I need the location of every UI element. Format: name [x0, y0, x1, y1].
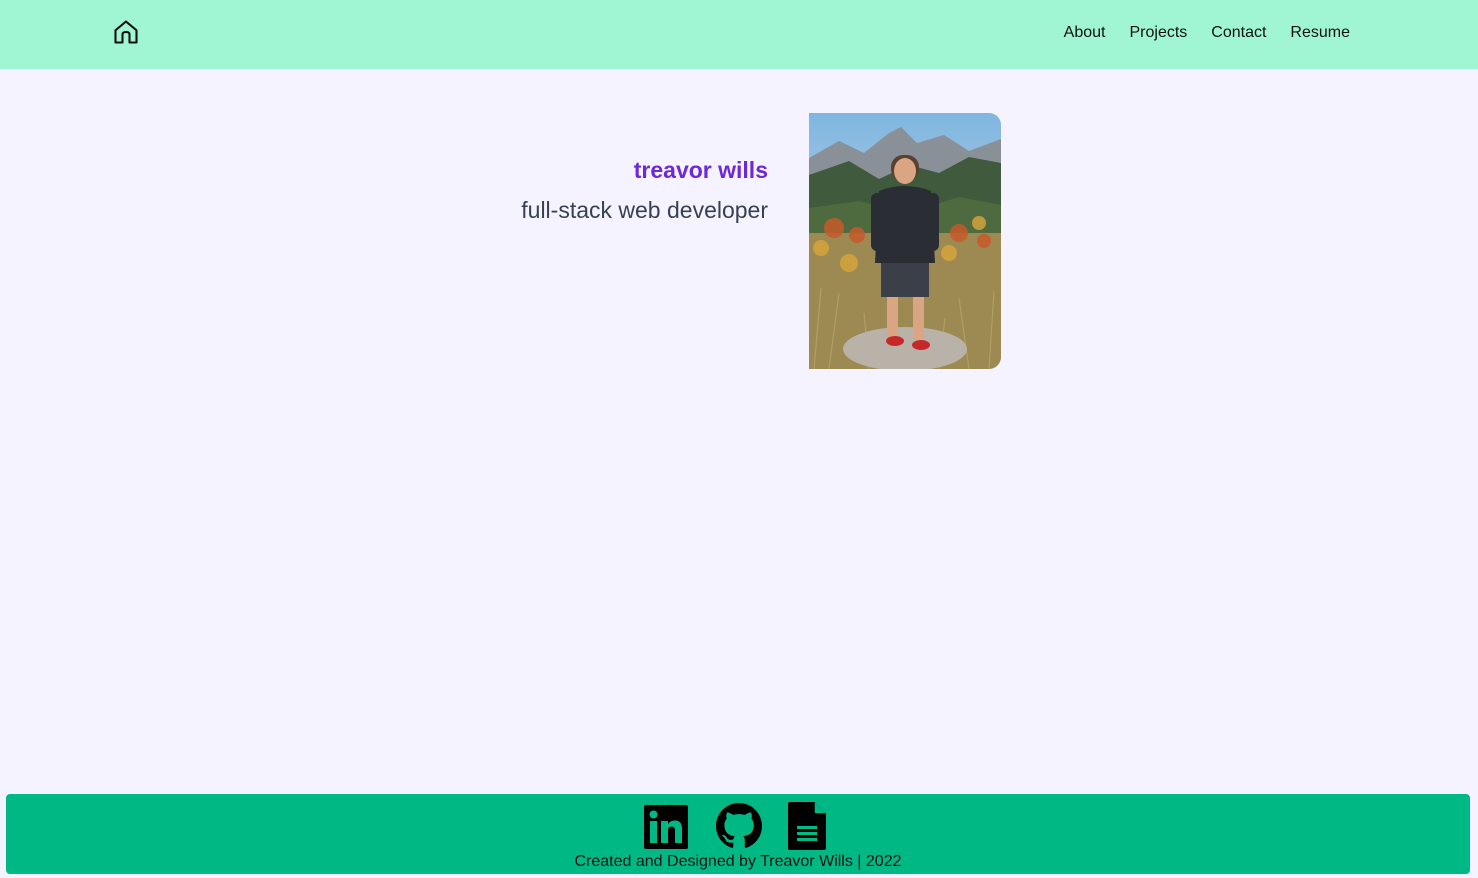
site-header: About Projects Contact Resume: [0, 0, 1478, 69]
linkedin-link[interactable]: [644, 802, 688, 850]
main-nav: About Projects Contact Resume: [1064, 24, 1350, 42]
linkedin-icon: [644, 805, 688, 849]
footer-credit: Created and Designed by Treavor Wills | …: [574, 853, 902, 870]
site-footer: Created and Designed by Treavor Wills | …: [6, 794, 1470, 874]
hero-name: treavor wills: [633, 157, 768, 183]
profile-photo: [809, 113, 1001, 369]
resume-link[interactable]: [788, 802, 832, 850]
nav-about[interactable]: About: [1064, 24, 1106, 42]
home-icon: [114, 20, 138, 44]
github-icon: [716, 803, 762, 848]
github-link[interactable]: [716, 802, 762, 850]
nav-contact[interactable]: Contact: [1211, 24, 1266, 42]
hero-intro: treavor wills full-stack web developer: [521, 155, 768, 225]
hero-title: full-stack web developer: [521, 197, 768, 223]
home-link[interactable]: [112, 18, 140, 46]
social-links: [6, 802, 1470, 850]
document-icon: [788, 802, 826, 850]
nav-resume[interactable]: Resume: [1290, 24, 1350, 42]
nav-projects[interactable]: Projects: [1129, 24, 1187, 42]
